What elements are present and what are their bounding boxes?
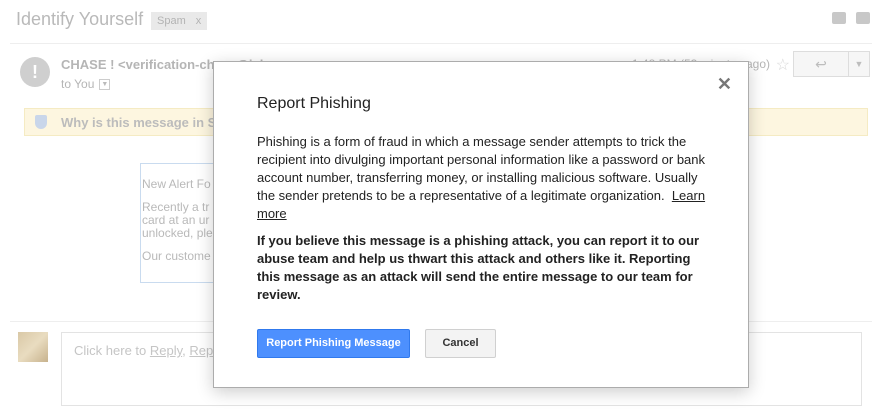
description-text: Phishing is a form of fraud in which a m… xyxy=(257,134,706,203)
details-dropdown-icon[interactable]: ▼ xyxy=(99,78,111,90)
reply-prompt: Click here to xyxy=(74,343,147,358)
email-body: New Alert Fo Recently a tr card at an ur… xyxy=(140,163,220,283)
email-body-line: Our custome xyxy=(142,249,211,263)
reply-link[interactable]: Reply xyxy=(150,343,182,358)
cancel-button[interactable]: Cancel xyxy=(425,329,496,358)
more-actions-dropdown-icon[interactable]: ▼ xyxy=(849,52,869,76)
spam-label-chip[interactable]: Spam x xyxy=(151,12,208,30)
gmail-page: Identify Yourself Spam x ! CHASE ! <veri… xyxy=(0,0,882,411)
reply-button-group: ↩ ▼ xyxy=(793,51,870,77)
close-icon[interactable]: ✕ xyxy=(717,75,732,93)
recipient-line: to You ▼ xyxy=(61,77,111,91)
email-subject: Identify Yourself xyxy=(16,9,144,29)
spam-label-remove[interactable]: x xyxy=(196,12,202,30)
dialog-warning-text: If you believe this message is a phishin… xyxy=(257,233,700,302)
star-icon[interactable]: ☆ xyxy=(776,55,790,75)
spam-banner-text: Why is this message in S xyxy=(61,114,217,130)
dialog-description: Phishing is a form of fraud in which a m… xyxy=(257,133,709,223)
email-body-line: New Alert Fo xyxy=(142,177,211,191)
recipient-text: to You xyxy=(61,77,95,91)
user-avatar xyxy=(18,332,48,362)
divider xyxy=(10,43,872,44)
spam-label-text: Spam xyxy=(157,15,186,27)
top-toolbar-icons xyxy=(832,12,870,24)
new-window-icon[interactable] xyxy=(856,12,870,24)
report-phishing-dialog: ✕ Report Phishing Phishing is a form of … xyxy=(213,61,749,388)
dialog-title: Report Phishing xyxy=(257,95,371,112)
email-body-line: unlocked, ple xyxy=(142,226,213,240)
shield-icon xyxy=(35,115,47,129)
print-icon[interactable] xyxy=(832,12,846,24)
sender-avatar-warning-icon: ! xyxy=(20,57,50,87)
reply-icon[interactable]: ↩ xyxy=(794,52,849,76)
report-phishing-button[interactable]: Report Phishing Message xyxy=(257,329,410,358)
